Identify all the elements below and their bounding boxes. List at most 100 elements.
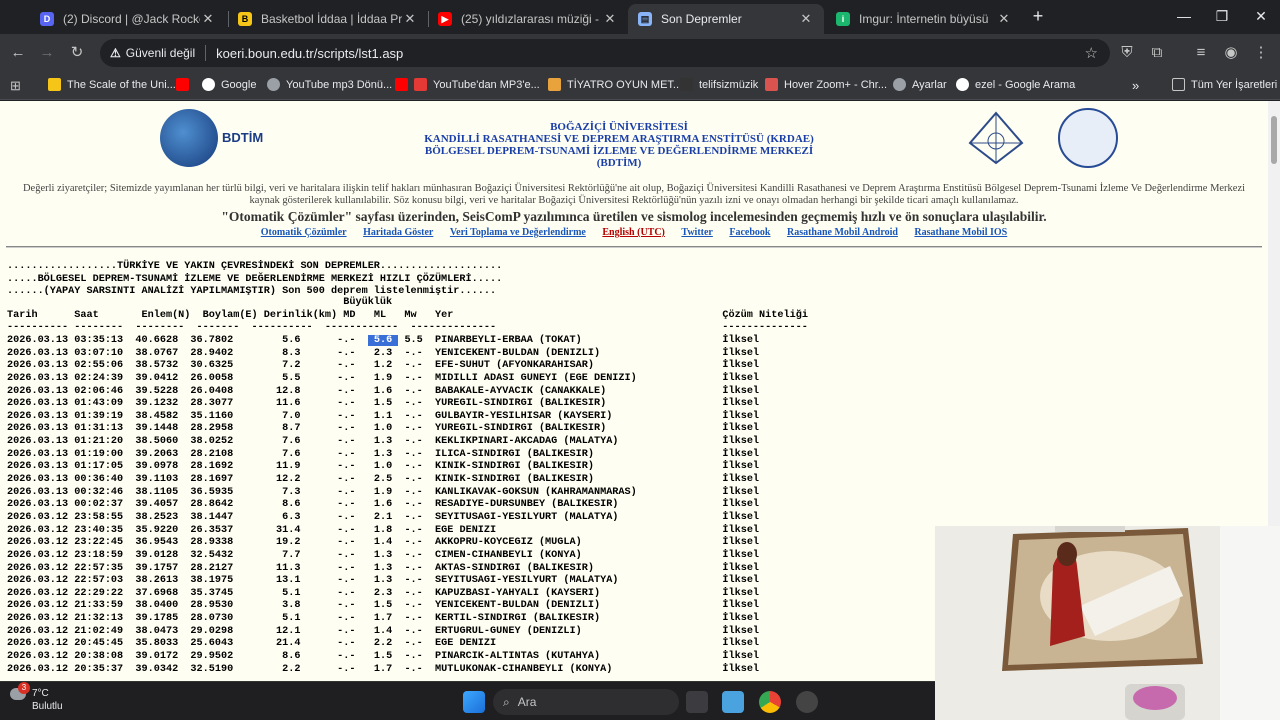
link-mobil-ios[interactable]: Rasathane Mobil IOS	[914, 227, 1007, 238]
bookmark-google[interactable]: Google	[202, 78, 256, 91]
link-otomatik-cozumler[interactable]: Otomatik Çözümler	[261, 227, 347, 238]
column-header: ML	[373, 309, 405, 321]
row-solution-quality: İlksel	[722, 499, 760, 511]
bookmark-label: The Scale of the Uni...	[67, 78, 176, 91]
menu-icon[interactable]: ⋮	[1251, 43, 1271, 63]
app-icon[interactable]	[796, 691, 818, 713]
link-english[interactable]: English (UTC)	[602, 227, 665, 238]
row-date: 2026.03.13	[7, 499, 75, 511]
forward-button[interactable]: →	[37, 43, 57, 63]
row-time: 22:57:35	[74, 562, 136, 574]
listing-intro: ..................TÜRKİYE VE YAKIN ÇEVRE…	[7, 261, 502, 299]
windows-start-icon[interactable]	[463, 691, 485, 713]
link-facebook[interactable]: Facebook	[729, 227, 770, 238]
row-longitude: 28.1692	[190, 461, 240, 473]
row-time: 21:02:49	[74, 625, 136, 637]
row-latitude: 36.9543	[135, 537, 191, 549]
url-text: koeri.boun.edu.tr/scripts/lst1.asp	[216, 45, 404, 61]
weather-temp: 7°C	[32, 688, 49, 699]
row-location: KEKLIKPINARI-AKCADAG (MALATYA)	[435, 436, 723, 448]
row-md: -.-	[337, 562, 368, 574]
taskbar-search[interactable]: ⌕ Ara	[493, 689, 679, 715]
row-date: 2026.03.12	[7, 651, 75, 663]
more-bookmarks-icon[interactable]: »	[1132, 78, 1139, 93]
weather-widget[interactable]: 3 7°C Bulutlu	[10, 681, 63, 713]
tab-youtube[interactable]: ▶ (25) yıldızlararası müziği - YouT ✕	[428, 4, 628, 34]
row-mw: -.-	[398, 499, 436, 511]
row-longitude: 29.0298	[190, 625, 240, 637]
extensions-icon[interactable]: ⧉	[1147, 43, 1167, 63]
copyright-notice: Değerli ziyaretçiler; Sitemizde yayımlan…	[22, 183, 1246, 206]
bookmark-hover-zoom[interactable]: Hover Zoom+ - Chr...	[765, 78, 887, 91]
row-ml: 2.5	[367, 474, 399, 486]
link-mobil-android[interactable]: Rasathane Mobil Android	[787, 227, 898, 238]
tab-son-depremler[interactable]: ▤ Son Depremler ✕	[628, 4, 824, 34]
new-tab-button[interactable]: +	[1020, 0, 1056, 34]
table-row: 2026.03.12 20:45:45 35.8033 25.6043 21.4…	[7, 638, 759, 651]
shield-extension-icon[interactable]: ⛨	[1117, 43, 1137, 63]
row-solution-quality: İlksel	[722, 448, 760, 460]
row-solution-quality: İlksel	[722, 335, 760, 346]
row-location: EGE DENIZI	[435, 524, 723, 536]
row-time: 21:33:59	[74, 600, 136, 612]
row-depth: 8.6	[239, 499, 338, 511]
bookmark-ayarlar[interactable]: Ayarlar	[893, 78, 947, 91]
row-latitude: 38.2523	[135, 511, 191, 523]
all-bookmarks[interactable]: Tüm Yer İşaretleri	[1172, 78, 1277, 91]
tab-imgur[interactable]: i Imgur: İnternetin büyüsü ✕	[826, 4, 1022, 34]
back-button[interactable]: ←	[8, 43, 28, 63]
bookmark-ezel[interactable]: ezel - Google Arama	[956, 78, 1075, 91]
close-icon[interactable]: ✕	[402, 11, 418, 27]
apps-icon[interactable]: ⊞	[10, 78, 21, 94]
chrome-icon[interactable]	[759, 691, 781, 713]
bookmark-telifsiz[interactable]: telifsizmüzik	[680, 78, 758, 91]
column-underline: ---------- -------- -------- ------- ---…	[7, 322, 808, 334]
address-bar[interactable]: ⚠ Güvenli değil koeri.boun.edu.tr/scripts…	[100, 39, 1110, 67]
media-control-icon[interactable]: ≡	[1191, 43, 1211, 63]
link-twitter[interactable]: Twitter	[681, 227, 712, 238]
bookmark-scale-universe[interactable]: The Scale of the Uni...	[48, 78, 176, 91]
bookmark-youtube-mp3[interactable]: YouTube mp3 Dönü...	[267, 78, 392, 91]
close-icon[interactable]: ✕	[798, 11, 814, 27]
notification-badge: 3	[18, 681, 30, 694]
window-close-button[interactable]: ✕	[1243, 0, 1279, 34]
row-solution-quality: İlksel	[722, 410, 760, 422]
row-depth: 31.4	[239, 524, 338, 536]
scrollbar-thumb[interactable]	[1271, 116, 1277, 164]
close-icon[interactable]: ✕	[200, 11, 216, 27]
row-solution-quality: İlksel	[722, 347, 760, 359]
store-icon[interactable]	[722, 691, 744, 713]
row-time: 23:40:35	[74, 524, 136, 536]
close-icon[interactable]: ✕	[602, 11, 618, 27]
tab-discord[interactable]: D (2) Discord | @Jack Rocker ✕	[30, 4, 226, 34]
minimize-button[interactable]: —	[1166, 0, 1202, 34]
task-view-icon[interactable]	[686, 691, 708, 713]
bookmark-youtube[interactable]	[176, 78, 195, 91]
close-icon[interactable]: ✕	[996, 11, 1012, 27]
reload-button[interactable]: ↻	[67, 43, 87, 63]
table-row: 2026.03.12 23:40:35 35.9220 26.3537 31.4…	[7, 525, 759, 538]
row-mw: -.-	[398, 613, 436, 625]
security-indicator[interactable]: ⚠ Güvenli değil	[110, 46, 195, 60]
row-ml: 1.7	[367, 613, 399, 625]
row-latitude: 38.5060	[135, 436, 191, 448]
bookmark-tiyatro[interactable]: TİYATRO OYUN MET...	[548, 78, 682, 91]
table-row: 2026.03.13 01:21:20 38.5060 38.0252 7.6 …	[7, 436, 759, 449]
row-latitude: 39.0412	[135, 372, 191, 384]
maximize-button[interactable]: ❐	[1204, 0, 1240, 34]
row-date: 2026.03.13	[7, 448, 75, 460]
profile-avatar[interactable]: ◉	[1221, 43, 1241, 63]
link-haritada-goster[interactable]: Haritada Göster	[363, 227, 433, 238]
link-veri-toplama[interactable]: Veri Toplama ve Değerlendirme	[450, 227, 586, 238]
bookmark-star-icon[interactable]: ☆	[1085, 44, 1098, 62]
bookmark-folder-icon	[48, 78, 61, 91]
tab-basketbol[interactable]: B Basketbol İddaa | İddaa Program ✕	[228, 4, 428, 34]
bookmark-youtube-dan[interactable]: YouTube'dan MP3'e...	[395, 78, 540, 91]
webcam-overlay[interactable]	[935, 526, 1280, 720]
table-row: 2026.03.12 22:57:35 39.1757 28.2127 11.3…	[7, 563, 759, 576]
row-ml: 1.1	[367, 410, 399, 422]
row-latitude: 35.8033	[135, 638, 191, 650]
table-row: 2026.03.12 21:33:59 38.0400 28.9530 3.8 …	[7, 600, 759, 613]
row-date: 2026.03.13	[7, 423, 75, 435]
row-mw: 5.5	[398, 335, 436, 346]
